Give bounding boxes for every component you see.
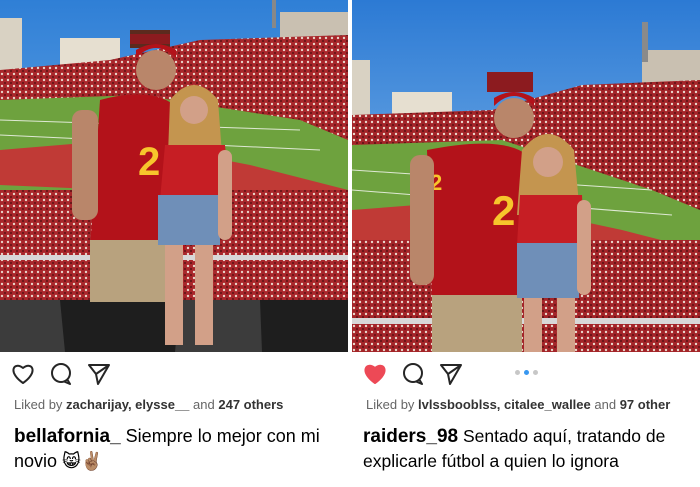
post-photo[interactable]: 2 [0,0,348,352]
stadium-photo: 2 2 [352,0,700,352]
comment-icon[interactable] [48,361,74,387]
carousel-dot[interactable] [532,370,538,375]
carousel-indicator [352,370,700,375]
liked-by-users[interactable]: lvlssbooblss, citalee_wallee [418,397,591,412]
likes-prefix: Liked by [366,397,415,412]
likes-others[interactable]: 97 other [620,397,671,412]
jersey-number: 2 [138,140,160,184]
share-icon[interactable] [86,361,112,387]
likes-conj: and [594,397,617,412]
carousel-dot[interactable] [514,370,520,375]
likes-prefix: Liked by [14,397,63,412]
post-photo[interactable]: 2 2 [352,0,700,352]
likes-conj: and [193,397,215,412]
caption-username[interactable]: bellafornia_ [14,426,121,447]
caption-username[interactable]: raiders_98 [363,426,458,447]
carousel-dot-active[interactable] [523,370,529,375]
stadium-photo: 2 [0,0,348,352]
post-actions [10,360,124,388]
post-caption: raiders_98 Sentado aquí, tratando de exp… [363,424,692,474]
likes-others[interactable]: 247 others [218,397,283,412]
post-left: 2 Liked by zacharijay, elysse__ and 247 … [0,0,348,487]
jersey-number: 2 [492,187,515,234]
post-caption: bellafornia_ Siempre lo mejor con mi nov… [14,424,340,474]
likes-line: Liked by zacharijay, elysse__ and 247 ot… [14,397,283,412]
heart-outline-icon[interactable] [10,361,36,387]
likes-line: Liked by lvlssbooblss, citalee_wallee an… [366,397,670,412]
liked-by-users[interactable]: zacharijay, elysse__ [66,397,189,412]
post-right: 2 2 Liked by lvlssbooblss, citalee_walle… [352,0,700,487]
